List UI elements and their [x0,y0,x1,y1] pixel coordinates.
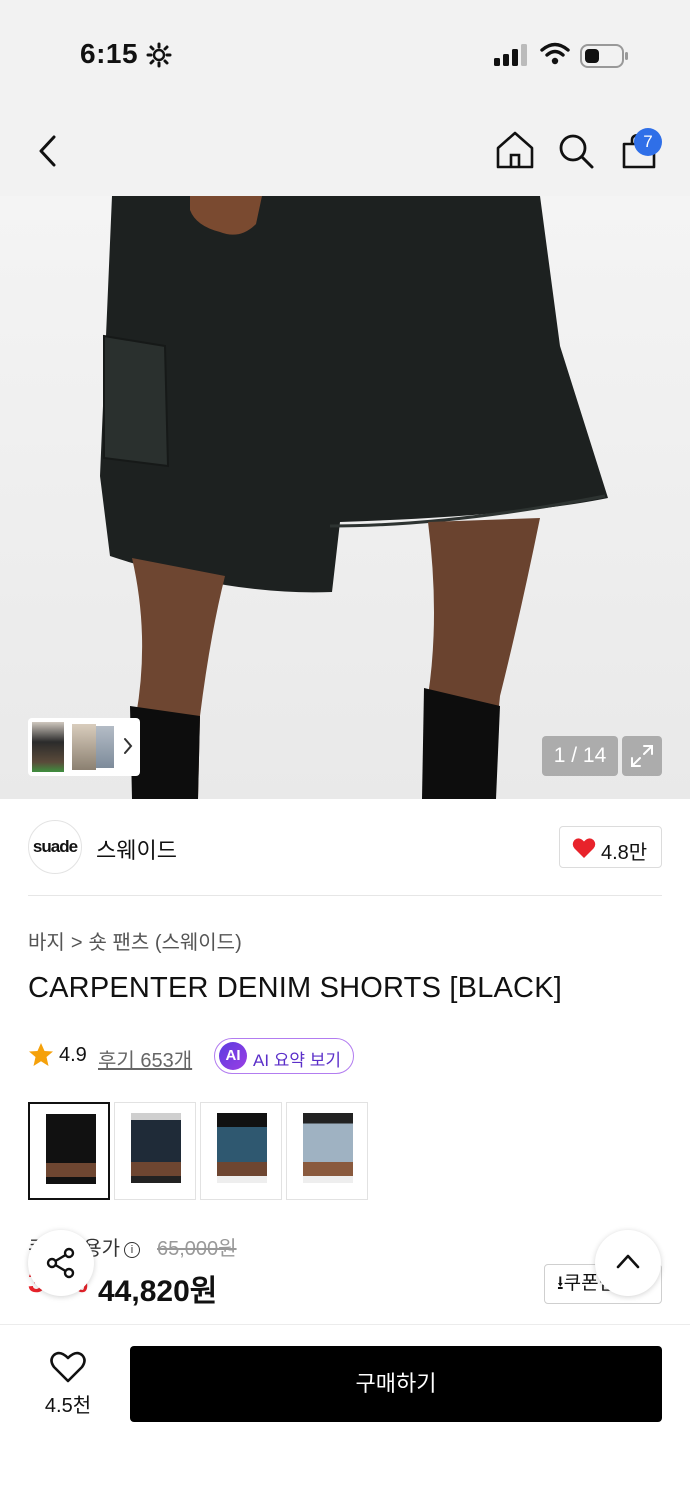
top-nav: 7 [0,100,690,196]
product-image-gallery[interactable]: 1 / 14 [0,196,690,799]
info-icon[interactable]: i [124,1242,140,1258]
image-thumbnail-strip[interactable] [28,718,140,776]
breadcrumb: 바지 > 숏 팬츠 (스웨이드) [28,926,242,955]
reviews-link[interactable]: 후기 653개 [98,1044,192,1073]
brand-name[interactable]: 스웨이드 [96,833,177,865]
thumbnail-image[interactable] [72,724,96,770]
search-icon[interactable] [557,132,595,175]
ai-summary-button[interactable]: AI AI 요약 보기 [214,1038,354,1074]
ai-icon: AI [219,1042,247,1070]
expand-icon [631,745,653,767]
chevron-up-icon [616,1254,640,1269]
expand-button[interactable] [622,736,662,776]
color-option-light-blue[interactable] [286,1102,368,1200]
heart-outline-icon [50,1351,86,1383]
gear-icon [146,42,172,73]
color-option-black[interactable] [28,1102,110,1200]
color-option-navy[interactable] [114,1102,196,1200]
rating-score: 4.9 [59,1044,87,1066]
scroll-to-top-button[interactable] [595,1230,661,1296]
cellular-signal-icon [494,44,528,71]
image-pager: 1 / 14 [542,736,618,776]
breadcrumb-category[interactable]: 바지 [28,932,65,954]
battery-icon [580,43,630,74]
brand-like-button[interactable]: 4.8만 [559,826,662,868]
divider [28,895,662,896]
final-price: 44,820원 [98,1275,218,1308]
status-bar: 6:15 [0,0,690,100]
rating-row: 4.9 후기 653개 AI AI 요약 보기 [28,1038,668,1074]
wifi-icon [540,42,570,71]
home-icon[interactable] [495,130,535,175]
color-options [28,1102,668,1202]
buy-button[interactable]: 구매하기 [130,1346,662,1422]
heart-filled-icon [572,838,596,858]
wishlist-count: 4.5천 [44,1395,92,1417]
brand-like-count: 4.8만 [601,842,648,864]
thumbnail-image[interactable] [96,726,114,768]
thumbnail-image[interactable] [32,722,64,772]
product-title: CARPENTER DENIM SHORTS [BLACK] [28,972,563,1004]
cart-count-badge: 7 [634,128,662,156]
share-button[interactable] [28,1230,94,1296]
color-option-blue[interactable] [200,1102,282,1200]
share-icon [46,1247,75,1279]
brand-logo[interactable]: suade [28,820,82,874]
bottom-action-bar: 4.5천 구매하기 [0,1324,690,1500]
download-icon: ⭳ [557,1273,564,1294]
status-time: 6:15 [80,38,139,69]
breadcrumb-separator: > [70,932,83,954]
chevron-right-icon[interactable] [122,736,134,761]
wishlist-button[interactable]: 4.5천 [28,1349,108,1419]
breadcrumb-subcategory[interactable]: 숏 팬츠 (스웨이드) [89,932,242,954]
star-icon [28,1042,54,1073]
product-photo [100,196,608,799]
original-price: 65,000원 [157,1238,237,1260]
ai-summary-label: AI 요약 보기 [253,1051,342,1070]
back-arrow-icon[interactable] [34,134,62,173]
